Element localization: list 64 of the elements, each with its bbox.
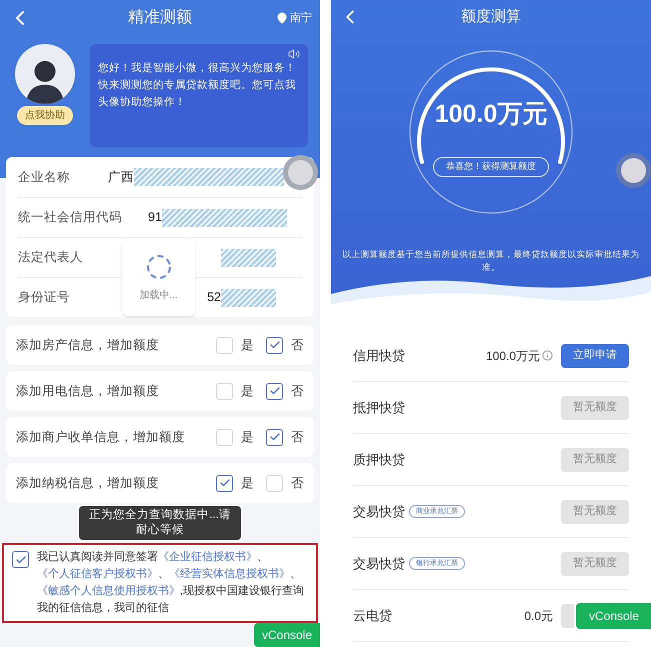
choice-label: 否: [291, 428, 304, 446]
product-name: 抵押快贷: [353, 398, 405, 417]
no-quota-button[interactable]: 暂无额度: [561, 552, 629, 576]
info-icon[interactable]: [542, 350, 553, 361]
floating-assist-button[interactable]: [283, 155, 318, 190]
field-value: 91: [148, 209, 162, 226]
product-name: 云电贷: [353, 606, 392, 625]
check-icon: [14, 554, 26, 566]
location-label[interactable]: 南宁: [290, 10, 312, 26]
choice-label: 是: [241, 336, 254, 354]
option-label: 添加用电信息，增加额度: [16, 382, 159, 400]
assistant-message: 您好！我是智能小微，很高兴为您服务！快来测测您的专属贷款额度吧。您可点我头像协助您操作！: [98, 61, 297, 110]
debug-console-button[interactable]: vConsole: [254, 623, 320, 647]
toast: 正为您全力查询数据中...请耐心等候: [79, 506, 241, 540]
field-label: 统一社会信用代码: [18, 209, 123, 226]
checkbox[interactable]: [266, 428, 283, 446]
page-title: 额度测算: [461, 6, 521, 27]
assist-badge[interactable]: 点我协助: [17, 106, 73, 125]
option-label: 添加房产信息，增加额度: [16, 336, 159, 354]
option-label: 添加商户收单信息，增加额度: [16, 428, 185, 446]
field-label: 身份证号: [18, 289, 71, 306]
amount-value: 100.0万元: [434, 98, 548, 130]
debug-console-button[interactable]: vConsole: [576, 603, 651, 629]
product-name: 交易快贷: [353, 502, 405, 521]
no-quota-button[interactable]: 暂无额度: [561, 448, 629, 472]
field-label: 法定代表人: [18, 249, 84, 266]
congrats-pill: 恭喜您！获得测算额度: [433, 157, 549, 176]
checkbox[interactable]: [266, 382, 283, 400]
choice-label: 是: [241, 382, 254, 400]
spinner-icon: [146, 254, 172, 280]
choice-label: 是: [241, 428, 254, 446]
product-name: 质押快贷: [353, 450, 405, 469]
loading-text: 加载中...: [139, 288, 178, 302]
apply-button[interactable]: 立即申请: [561, 344, 629, 368]
page-title: 精准测额: [128, 8, 192, 28]
disclaimer-text: 以上测算额度基于您当前所提供信息测算，最终贷款额度以实际审批结果为准。: [342, 248, 640, 274]
check-icon: [268, 385, 280, 397]
no-quota-button[interactable]: 暂无额度: [561, 500, 629, 524]
location-icon: [276, 12, 288, 24]
choice-label: 否: [291, 474, 304, 492]
agreement-link[interactable]: 《企业征信授权书》: [158, 551, 257, 563]
product-name: 信用快贷: [353, 346, 405, 365]
option-label: 添加纳税信息，增加额度: [16, 474, 159, 492]
checkbox[interactable]: [266, 336, 283, 354]
check-icon: [218, 477, 230, 489]
no-quota-button[interactable]: 暂无额度: [561, 396, 629, 420]
checkbox[interactable]: [12, 551, 29, 568]
product-amount: 100.0万元: [486, 348, 540, 364]
check-icon: [268, 339, 280, 351]
field-label: 企业名称: [18, 168, 71, 186]
agreement-link[interactable]: 《经营实体信息授权书》: [169, 568, 290, 580]
choice-label: 否: [291, 382, 304, 400]
product-amount: 0.0元: [524, 608, 553, 624]
consent-text: 我已认真阅读并同意签署《企业征信授权书》、 《个人征信客户授权书》、《经营实体信息授权书》、 《敏感个人信息使用授权书》,现授权中国建设银行查询我的征信信息，我司的征信: [37, 550, 306, 616]
agreement-link[interactable]: 《个人征信客户授权书》: [37, 568, 158, 580]
choice-label: 是: [241, 474, 254, 492]
check-icon: [268, 431, 280, 443]
choice-label: 否: [291, 336, 304, 354]
product-name: 交易快贷: [353, 554, 405, 573]
field-value: 广西: [108, 168, 134, 186]
field-value: 52: [207, 289, 221, 306]
checkbox[interactable]: [216, 474, 233, 492]
speaker-icon[interactable]: [288, 48, 300, 60]
agreement-link[interactable]: 《敏感个人信息使用授权书》: [37, 585, 180, 597]
